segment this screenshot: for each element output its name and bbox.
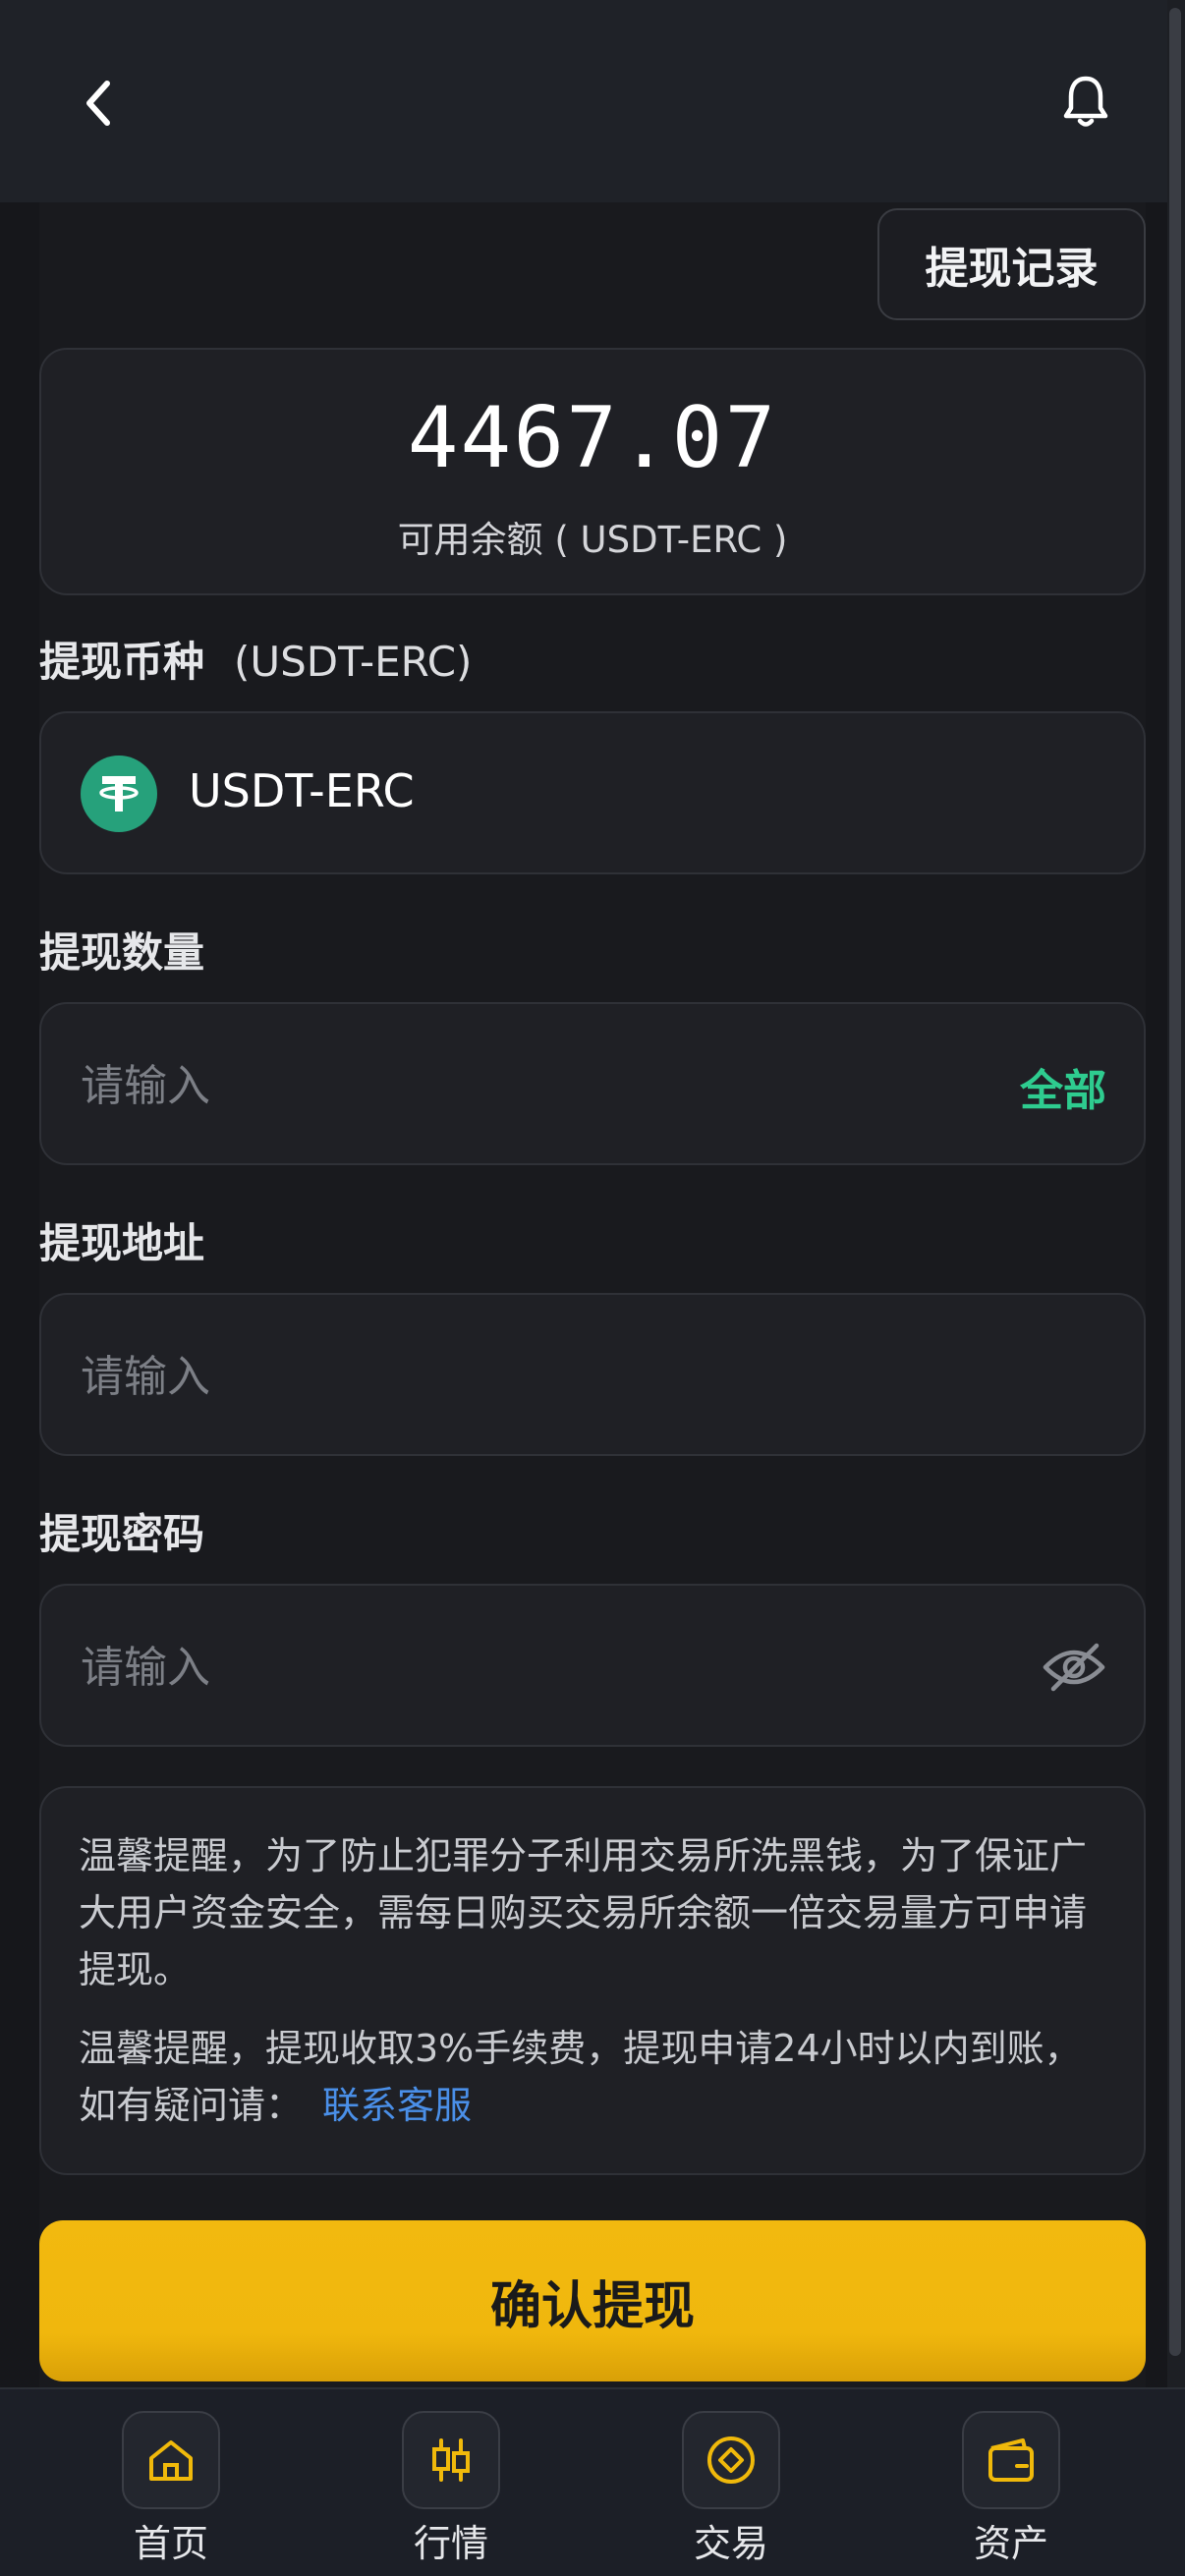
coin-selector[interactable]: USDT-ERC	[39, 711, 1146, 874]
nav-item-market[interactable]: 行情	[382, 2411, 520, 2568]
currency-label-text: 提现币种	[39, 638, 205, 686]
currency-label-suffix: (USDT-ERC)	[234, 638, 473, 686]
address-field-container	[39, 1293, 1146, 1456]
balance-card: 4467.07 可用余额 ( USDT-ERC )	[39, 348, 1146, 595]
top-bar	[0, 0, 1185, 202]
trade-icon	[682, 2411, 780, 2509]
nav-label-assets: 资产	[973, 2522, 1048, 2565]
currency-label: 提现币种 (USDT-ERC)	[39, 629, 472, 689]
address-input[interactable]	[81, 1344, 965, 1409]
nav-label-trade: 交易	[693, 2522, 768, 2565]
amount-field-container: 全部	[39, 1002, 1146, 1165]
home-icon	[122, 2411, 220, 2509]
password-field-container	[39, 1584, 1146, 1747]
nav-item-assets[interactable]: 资产	[942, 2411, 1080, 2568]
notice-text-2-body: 温馨提醒，提现收取3%手续费，提现申请24小时以内到账，如有疑问请：	[79, 2027, 1082, 2127]
confirm-withdraw-button[interactable]: 确认提现	[39, 2220, 1146, 2381]
eye-off-icon	[1043, 1643, 1105, 1692]
bottom-navigation: 首页 行情 交易 资产	[0, 2387, 1185, 2576]
balance-amount: 4467.07	[407, 389, 778, 487]
nav-item-home[interactable]: 首页	[102, 2411, 240, 2568]
password-input[interactable]	[81, 1635, 965, 1700]
notice-text-2: 温馨提醒，提现收取3%手续费，提现申请24小时以内到账，如有疑问请： 联系客服	[79, 2020, 1110, 2134]
scrollbar-thumb[interactable]	[1169, 8, 1181, 2356]
amount-label: 提现数量	[39, 928, 205, 977]
password-label: 提现密码	[39, 1510, 205, 1558]
toggle-password-visibility-button[interactable]	[1040, 1633, 1108, 1702]
nav-label-market: 行情	[413, 2522, 488, 2565]
withdraw-all-button[interactable]: 全部	[1020, 1055, 1106, 1118]
address-label: 提现地址	[39, 1219, 205, 1267]
withdraw-history-button[interactable]: 提现记录	[877, 208, 1146, 320]
notice-text-1: 温馨提醒，为了防止犯罪分子利用交易所洗黑钱，为了保证广大用户资金安全，需每日购买…	[79, 1834, 1088, 1991]
wallet-icon	[962, 2411, 1060, 2509]
bell-icon	[1063, 76, 1108, 127]
nav-label-home: 首页	[133, 2522, 208, 2565]
chart-icon	[402, 2411, 500, 2509]
coin-name: USDT-ERC	[189, 764, 415, 817]
amount-input[interactable]	[81, 1053, 965, 1118]
nav-item-trade[interactable]: 交易	[662, 2411, 800, 2568]
withdraw-page: 提现记录 4467.07 可用余额 ( USDT-ERC ) 提现币种 (USDT…	[0, 0, 1185, 2576]
notification-button[interactable]	[1051, 64, 1120, 139]
balance-caption: 可用余额 ( USDT-ERC )	[397, 519, 788, 561]
back-button[interactable]	[69, 69, 128, 138]
chevron-left-icon	[86, 81, 110, 126]
contact-support-link[interactable]: 联系客服	[322, 2084, 472, 2127]
tether-icon	[81, 756, 157, 832]
